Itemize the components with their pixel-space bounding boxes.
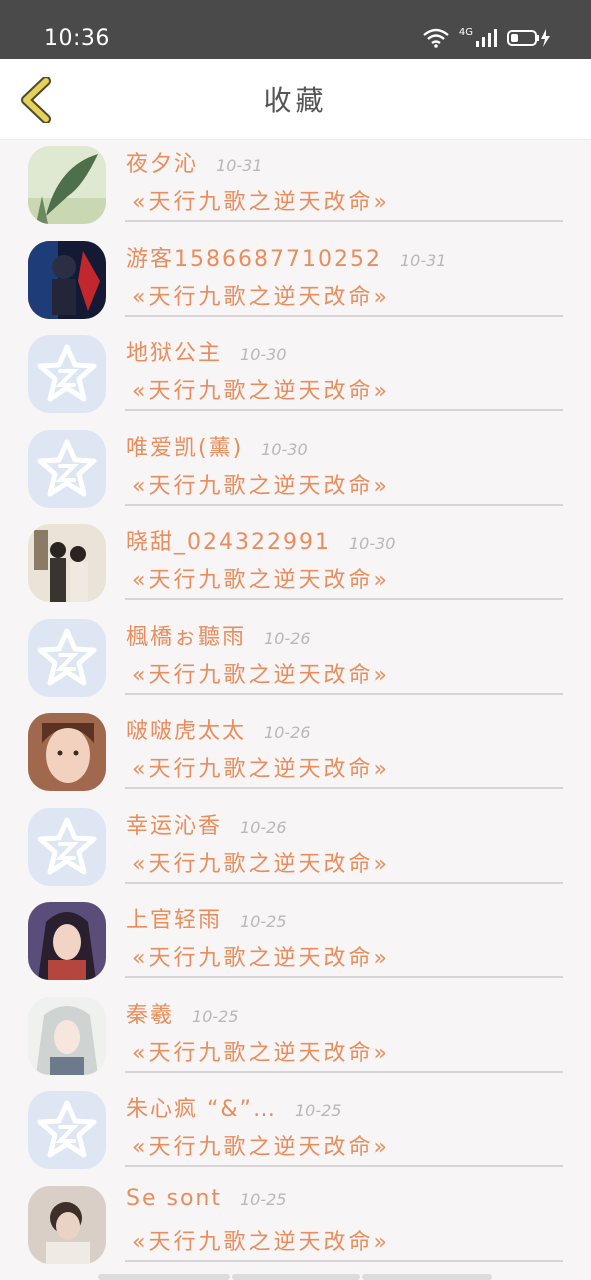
- avatar[interactable]: [28, 240, 106, 319]
- user-name: 啵啵虎太太: [126, 719, 247, 744]
- signal-icon: [476, 29, 497, 47]
- avatar[interactable]: [28, 1185, 106, 1264]
- item-date: 10-26: [264, 723, 311, 742]
- user-name: Se sont: [126, 1185, 222, 1211]
- divider: [125, 1259, 563, 1262]
- page-title: 收藏: [263, 84, 328, 117]
- status-time: 10:36: [44, 26, 110, 51]
- avatar[interactable]: [28, 807, 106, 886]
- item-date: 10-26: [240, 817, 287, 837]
- item-header: Se sont 10-25: [126, 1186, 286, 1211]
- book-title[interactable]: «天行九歌之逆天改命»: [132, 468, 390, 500]
- book-title[interactable]: «天行九歌之逆天改命»: [132, 373, 390, 405]
- item-date: 10-30: [261, 439, 308, 459]
- book-title[interactable]: «天行九歌之逆天改命»: [132, 184, 390, 216]
- list-item[interactable]: 朱心疯 “&”… 10-25 «天行九歌之逆天改命»: [0, 1085, 591, 1179]
- item-date: 10-25: [294, 1101, 342, 1120]
- avatar[interactable]: [28, 524, 106, 602]
- item-header: 唯爱凯(薰) 10-30: [126, 430, 308, 462]
- avatar[interactable]: [28, 1091, 106, 1169]
- item-header: 秦羲 10-25: [126, 997, 239, 1029]
- user-name: 唯爱凯(薰): [126, 435, 244, 461]
- user-name: 秦羲: [126, 1002, 175, 1028]
- divider: [125, 1070, 563, 1073]
- item-header: 朱心疯 “&”… 10-25: [126, 1091, 341, 1123]
- list-item[interactable]: 唯爱凯(薰) 10-30 «天行九歌之逆天改命»: [0, 424, 591, 518]
- item-header: 啵啵虎太太 10-26: [126, 713, 311, 745]
- list-item[interactable]: 游客15866877102​52 10-31 «天行九歌之逆天改命»: [0, 235, 591, 329]
- wifi-icon: [423, 28, 449, 48]
- item-date: 10-31: [399, 250, 447, 270]
- scroll-indicator: [0, 1272, 591, 1280]
- user-name: 游客15866877102​52: [126, 246, 382, 272]
- divider: [125, 409, 563, 411]
- user-name: 幸运沁香: [126, 813, 223, 839]
- item-header: 地狱公主 10-30: [126, 335, 287, 367]
- list-item[interactable]: 上官轻雨 10-25 «天行九歌之逆天改命»: [0, 896, 591, 990]
- divider: [125, 692, 563, 695]
- book-title[interactable]: «天行九歌之逆天改命»: [132, 940, 390, 972]
- list-item[interactable]: 夜夕沁 10-31 «天行九歌之逆天改命»: [0, 140, 591, 234]
- list-item[interactable]: 幸运沁香 10-26 «天行九歌之逆天改命»: [0, 802, 591, 896]
- favorites-list: 夜夕沁 10-31 «天行九歌之逆天改命» 游客15866877102​52 1…: [0, 140, 591, 1280]
- user-name: 夜夕沁: [126, 152, 199, 177]
- book-title[interactable]: «天行九歌之逆天改命»: [132, 1035, 390, 1067]
- avatar[interactable]: [28, 429, 106, 508]
- avatar[interactable]: [28, 996, 106, 1075]
- list-item[interactable]: 秦羲 10-25 «天行九歌之逆天改命»: [0, 991, 591, 1085]
- item-date: 10-26: [264, 628, 311, 648]
- app-header: 收藏: [0, 59, 591, 140]
- item-header: 夜夕沁 10-31: [126, 146, 263, 178]
- user-name: 晓甜_024322991: [126, 530, 331, 555]
- avatar[interactable]: [28, 335, 106, 413]
- book-title[interactable]: «天行九歌之逆天改命»: [132, 846, 390, 878]
- list-item[interactable]: 地狱公主 10-30 «天行九歌之逆天改命»: [0, 329, 591, 423]
- item-date: 10-30: [240, 345, 287, 364]
- user-name: 地狱公主: [126, 341, 223, 366]
- battery-icon: [507, 29, 550, 47]
- book-title[interactable]: «天行九歌之逆天改命»: [132, 279, 390, 311]
- item-date: 10-31: [216, 156, 263, 175]
- book-title[interactable]: «天行九歌之逆天改命»: [132, 1224, 390, 1256]
- divider: [125, 598, 563, 600]
- item-header: 楓橋ぉ聽雨 10-26: [126, 619, 311, 651]
- divider: [125, 503, 563, 506]
- status-icons: 4G: [423, 26, 551, 48]
- item-date: 10-25: [192, 1006, 239, 1026]
- list-item[interactable]: 晓甜_024322991 10-30 «天行九歌之逆天改命»: [0, 518, 591, 612]
- book-title[interactable]: «天行九歌之逆天改命»: [132, 657, 390, 689]
- divider: [125, 1165, 563, 1167]
- user-name: 楓橋ぉ聽雨: [126, 624, 247, 650]
- user-name: 朱心疯 “&”…: [126, 1097, 277, 1122]
- status-bar: 10:36 4G: [0, 0, 591, 59]
- item-date: 10-30: [348, 534, 396, 553]
- avatar[interactable]: [28, 713, 106, 791]
- avatar[interactable]: [28, 902, 106, 980]
- book-title[interactable]: «天行九歌之逆天改命»: [132, 751, 390, 783]
- divider: [125, 976, 563, 978]
- divider: [125, 787, 563, 789]
- divider: [125, 314, 563, 317]
- book-title[interactable]: «天行九歌之逆天改命»: [132, 1129, 390, 1161]
- network-type: 4G: [458, 26, 473, 38]
- list-item[interactable]: 啵啵虎太太 10-26 «天行九歌之逆天改命»: [0, 707, 591, 801]
- item-header: 上官轻雨 10-25: [126, 902, 287, 934]
- divider: [125, 881, 563, 884]
- item-header: 晓甜_024322991 10-30: [126, 524, 395, 556]
- avatar[interactable]: [28, 146, 106, 224]
- avatar[interactable]: [28, 618, 106, 697]
- item-header: 游客15866877102​52 10-31: [126, 241, 446, 273]
- divider: [125, 220, 563, 222]
- item-header: 幸运沁香 10-26: [126, 808, 287, 840]
- list-item[interactable]: 楓橋ぉ聽雨 10-26 «天行九歌之逆天改命»: [0, 613, 591, 707]
- user-name: 上官轻雨: [126, 908, 223, 933]
- book-title[interactable]: «天行九歌之逆天改命»: [132, 562, 390, 594]
- item-date: 10-25: [240, 912, 287, 931]
- item-date: 10-25: [239, 1189, 287, 1209]
- list-item[interactable]: Se sont 10-25 «天行九歌之逆天改命»: [0, 1180, 591, 1274]
